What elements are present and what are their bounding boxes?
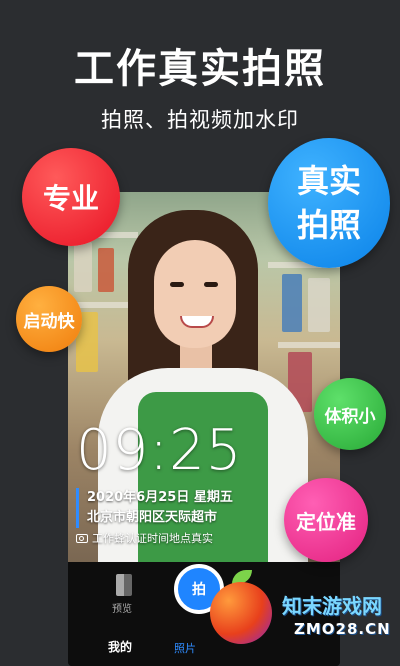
eye	[204, 282, 218, 287]
site-watermark: 知末游戏网 ZMO28.CN	[210, 570, 400, 666]
shelf	[278, 342, 340, 348]
promo-title: 工作真实拍照	[74, 46, 326, 92]
watermark-date: 2020年6月25日 星期五	[87, 490, 233, 505]
product	[308, 278, 330, 332]
smile	[180, 316, 214, 328]
badge-real-line1: 真实	[296, 162, 361, 200]
watermark-site-name: 知末游戏网	[282, 594, 382, 618]
person-face	[154, 240, 236, 348]
badge-real-line2: 拍照	[296, 206, 361, 244]
tab-me[interactable]: 我的	[108, 638, 132, 655]
product	[74, 242, 92, 292]
badge-accurate-location: 定位准	[284, 478, 368, 562]
watermark-time: 09:25	[76, 418, 243, 483]
preview-thumbnail[interactable]	[116, 574, 132, 596]
camera-icon	[76, 533, 88, 543]
caption-text: 工作蜂认证时间地点真实	[92, 532, 213, 545]
badge-professional: 专业	[22, 148, 120, 246]
watermark-info: 2020年6月25日 星期五 北京市朝阳区天际超市	[76, 488, 233, 528]
promo-subtitle: 拍照、拍视频加水印	[101, 108, 299, 132]
preview-label: 预览	[112, 604, 132, 615]
apple-logo-icon	[210, 582, 272, 644]
badge-real-photo: 真实 拍照	[268, 138, 390, 268]
watermark-location: 北京市朝阳区天际超市	[87, 510, 218, 525]
product	[282, 274, 302, 332]
badge-fast-start: 启动快	[16, 286, 82, 352]
watermark-site-url: ZMO28.CN	[294, 620, 391, 638]
product	[98, 248, 114, 292]
badge-small-size: 体积小	[314, 378, 386, 450]
watermark-caption: 工作蜂认证时间地点真实	[76, 530, 213, 546]
tab-photo[interactable]: 照片	[174, 640, 196, 656]
eye	[170, 282, 184, 287]
